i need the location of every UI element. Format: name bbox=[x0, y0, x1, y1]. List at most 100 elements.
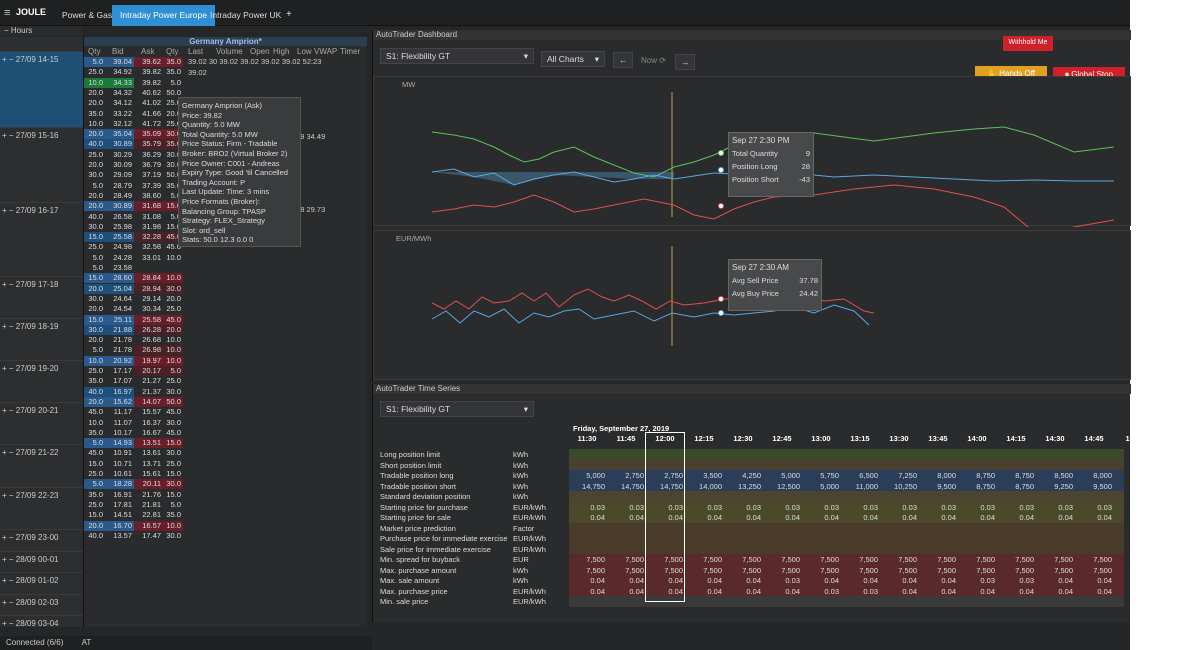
ts-time-header[interactable]: 12:15 bbox=[686, 434, 722, 443]
ts-cell[interactable]: 14,750 bbox=[569, 482, 605, 491]
bid-qty-cell[interactable]: 15.0 bbox=[84, 459, 105, 469]
ask-price-cell[interactable]: 20.11 bbox=[134, 479, 163, 490]
ts-time-header[interactable]: 13:30 bbox=[881, 434, 917, 443]
book-row[interactable]: 25.0 34.92 39.82 35.0 bbox=[84, 67, 184, 77]
bid-qty-cell[interactable]: 30.0 bbox=[84, 324, 105, 335]
ts-cell[interactable]: 7,500 bbox=[842, 566, 878, 575]
ts-cell[interactable]: 7,500 bbox=[881, 566, 917, 575]
ask-price-cell[interactable]: 28.94 bbox=[134, 283, 163, 294]
ask-qty-cell[interactable]: 25.0 bbox=[163, 459, 183, 469]
hour-row[interactable]: + − 27/09 14-15 bbox=[0, 51, 83, 127]
hour-row[interactable]: + − 27/09 19-20 bbox=[0, 360, 83, 380]
book-row[interactable]: 5.0 14.93 13.51 15.0 bbox=[84, 438, 184, 449]
ask-qty-cell[interactable]: 25.0 bbox=[163, 376, 183, 386]
book-row[interactable]: 20.0 16.70 16.57 10.0 bbox=[84, 520, 184, 531]
ask-price-cell[interactable]: 16.57 bbox=[134, 520, 163, 531]
hour-row[interactable]: + − 28/09 03-04 bbox=[0, 615, 83, 635]
bid-price-cell[interactable]: 10.61 bbox=[105, 469, 134, 479]
ts-cell[interactable]: 0.04 bbox=[608, 513, 644, 522]
ts-cell[interactable]: 0.03 bbox=[998, 576, 1034, 585]
bid-qty-cell[interactable]: 35.0 bbox=[84, 109, 105, 119]
bid-qty-cell[interactable]: 45.0 bbox=[84, 448, 105, 458]
ts-cell[interactable]: 0.04 bbox=[1037, 576, 1073, 585]
bid-price-cell[interactable]: 30.29 bbox=[105, 150, 134, 160]
tab-intraday-uk[interactable]: Intraday Power UK bbox=[202, 5, 289, 26]
bid-qty-cell[interactable]: 40.0 bbox=[84, 386, 105, 397]
book-row[interactable]: 40.0 26.58 31.08 5.0 bbox=[84, 212, 184, 222]
ask-price-cell[interactable]: 13.71 bbox=[134, 459, 163, 469]
book-row[interactable]: 20.0 28.49 38.60 5.0 bbox=[84, 191, 184, 201]
bid-price-cell[interactable]: 16.97 bbox=[105, 386, 134, 397]
book-row[interactable]: 15.0 28.60 28.84 10.0 bbox=[84, 273, 184, 284]
book-row[interactable]: 45.0 10.91 13.61 30.0 bbox=[84, 448, 184, 458]
ts-cell[interactable]: 0.04 bbox=[608, 587, 644, 596]
ask-price-cell[interactable]: 26.68 bbox=[134, 335, 163, 345]
book-row[interactable]: 35.0 33.22 41.66 20.0 bbox=[84, 109, 184, 119]
bid-qty-cell[interactable]: 30.0 bbox=[84, 170, 105, 180]
ask-price-cell[interactable]: 28.84 bbox=[134, 273, 163, 284]
book-row[interactable]: 5.0 21.78 26.98 10.0 bbox=[84, 345, 184, 356]
ts-cell[interactable]: 7,500 bbox=[608, 566, 644, 575]
bid-price-cell[interactable]: 33.22 bbox=[105, 109, 134, 119]
bid-price-cell[interactable]: 24.98 bbox=[105, 242, 134, 252]
ask-qty-cell[interactable]: 45.0 bbox=[163, 407, 183, 417]
ts-cell[interactable]: 2,750 bbox=[608, 471, 644, 480]
bid-qty-cell[interactable]: 10.0 bbox=[84, 119, 105, 129]
ts-time-header[interactable]: 13:15 bbox=[842, 434, 878, 443]
bid-qty-cell[interactable]: 45.0 bbox=[84, 407, 105, 417]
ask-price-cell[interactable]: 20.17 bbox=[134, 366, 163, 376]
ask-qty-cell[interactable]: 10.0 bbox=[163, 355, 183, 366]
ts-cell[interactable]: 7,500 bbox=[569, 555, 605, 564]
ask-price-cell[interactable]: 39.82 bbox=[134, 67, 163, 77]
ts-cell[interactable]: 5,000 bbox=[803, 482, 839, 491]
ask-qty-cell[interactable]: 10.0 bbox=[163, 345, 183, 356]
next-button[interactable]: → bbox=[675, 54, 695, 70]
ts-cell[interactable]: 0.04 bbox=[725, 587, 761, 596]
ts-cell[interactable]: 0.04 bbox=[842, 513, 878, 522]
hour-row[interactable]: + − 27/09 23-00 bbox=[0, 529, 83, 549]
ask-price-cell[interactable]: 39.82 bbox=[134, 78, 163, 88]
ask-price-cell[interactable]: 35.79 bbox=[134, 139, 163, 150]
bid-price-cell[interactable]: 21.78 bbox=[105, 345, 134, 355]
ts-time-header[interactable]: 11:45 bbox=[608, 434, 644, 443]
bid-qty-cell[interactable]: 30.0 bbox=[84, 222, 105, 232]
bid-qty-cell[interactable]: 35.0 bbox=[84, 490, 105, 500]
bid-price-cell[interactable]: 25.04 bbox=[105, 283, 134, 294]
bid-qty-cell[interactable]: 20.0 bbox=[84, 191, 105, 201]
book-row[interactable]: 30.0 25.98 31.98 15.0 bbox=[84, 222, 184, 232]
ts-cell[interactable]: 0.04 bbox=[764, 587, 800, 596]
ask-qty-cell[interactable]: 30.0 bbox=[163, 531, 183, 541]
bid-price-cell[interactable]: 10.91 bbox=[105, 448, 134, 458]
ts-cell[interactable]: 8,750 bbox=[959, 471, 995, 480]
hour-row[interactable]: + − 27/09 20-21 bbox=[0, 402, 83, 422]
ask-qty-cell[interactable]: 5.0 bbox=[163, 78, 183, 88]
bid-qty-cell[interactable]: 10.0 bbox=[84, 418, 105, 428]
ts-cell[interactable]: 0.04 bbox=[1076, 587, 1112, 596]
ask-qty-cell[interactable]: 10.0 bbox=[163, 520, 183, 531]
bid-qty-cell[interactable]: 20.0 bbox=[84, 335, 105, 345]
bid-price-cell[interactable]: 26.58 bbox=[105, 212, 134, 222]
ask-qty-cell[interactable]: 45.0 bbox=[163, 314, 183, 325]
book-row[interactable]: 40.0 13.57 17.47 30.0 bbox=[84, 531, 184, 541]
book-row[interactable]: 5.0 18.28 20.11 30.0 bbox=[84, 479, 184, 490]
ask-price-cell[interactable]: 19.97 bbox=[134, 355, 163, 366]
ask-price-cell[interactable]: 29.14 bbox=[134, 294, 163, 304]
ts-cell[interactable]: 0.04 bbox=[764, 513, 800, 522]
ts-cell[interactable]: 4,250 bbox=[725, 471, 761, 480]
bid-price-cell[interactable]: 17.17 bbox=[105, 366, 134, 376]
ts-cell[interactable]: 7,500 bbox=[959, 566, 995, 575]
book-row[interactable]: 25.0 24.98 32.58 45.0 bbox=[84, 242, 184, 252]
bid-qty-cell[interactable]: 15.0 bbox=[84, 510, 105, 520]
ask-price-cell[interactable]: 15.61 bbox=[134, 469, 163, 479]
bid-price-cell[interactable]: 25.11 bbox=[105, 314, 134, 325]
bid-qty-cell[interactable]: 15.0 bbox=[84, 232, 105, 243]
ts-cell[interactable]: 0.04 bbox=[1076, 576, 1112, 585]
ask-qty-cell[interactable]: 20.0 bbox=[163, 324, 183, 335]
ts-cell[interactable]: 0.03 bbox=[803, 587, 839, 596]
ts-cell[interactable]: 8,750 bbox=[959, 482, 995, 491]
bid-qty-cell[interactable]: 25.0 bbox=[84, 67, 105, 77]
ts-cell[interactable]: 12,500 bbox=[764, 482, 800, 491]
ts-cell[interactable]: 0.04 bbox=[998, 587, 1034, 596]
bid-qty-cell[interactable]: 30.0 bbox=[84, 294, 105, 304]
ask-price-cell[interactable]: 37.19 bbox=[134, 170, 163, 180]
